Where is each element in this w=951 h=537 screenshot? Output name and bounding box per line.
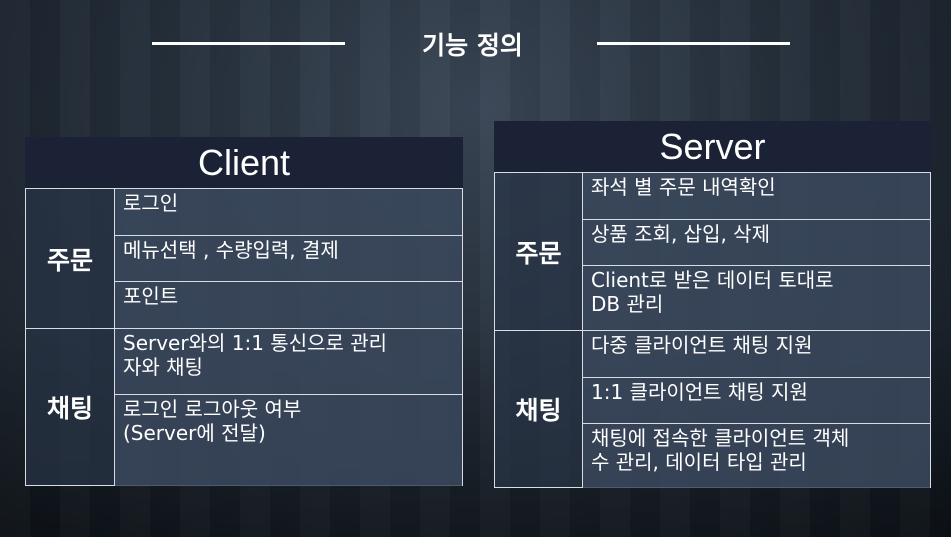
server-table: 주문 좌석 별 주문 내역확인 상품 조회, 삽입, 삭제 Client로 받은… bbox=[494, 172, 931, 488]
server-section-order: 주문 좌석 별 주문 내역확인 상품 조회, 삽입, 삭제 Client로 받은… bbox=[495, 173, 930, 330]
server-category-order: 주문 bbox=[495, 173, 583, 330]
server-item-multi-chat: 다중 클라이언트 채팅 지원 bbox=[583, 331, 930, 377]
page-title: 기능 정의 bbox=[422, 31, 523, 60]
server-item-db-manage: Client로 받은 데이터 토대로 DB 관리 bbox=[583, 265, 930, 330]
client-item-login-status: 로그인 로그아웃 여부 (Server에 전달) bbox=[115, 394, 462, 486]
client-section-chat: 채팅 Server와의 1:1 통신으로 관리 자와 채팅 로그인 로그아웃 여… bbox=[26, 328, 462, 486]
client-header: Client bbox=[25, 137, 463, 188]
title-row: 기능 정의 bbox=[0, 24, 951, 64]
title-line-right bbox=[597, 42, 790, 45]
client-item-admin-chat: Server와의 1:1 통신으로 관리 자와 채팅 bbox=[115, 329, 462, 394]
server-item-one-to-one-chat: 1:1 클라이언트 채팅 지원 bbox=[583, 377, 930, 423]
client-section-order: 주문 로그인 메뉴선택 , 수량입력, 결제 포인트 bbox=[26, 189, 462, 328]
server-item-product-crud: 상품 조회, 삽입, 삭제 bbox=[583, 219, 930, 265]
client-item-login: 로그인 bbox=[115, 189, 462, 235]
client-category-chat: 채팅 bbox=[26, 329, 115, 485]
client-item-menu: 메뉴선택 , 수량입력, 결제 bbox=[115, 235, 462, 281]
title-line-left bbox=[152, 42, 345, 45]
server-section-chat: 채팅 다중 클라이언트 채팅 지원 1:1 클라이언트 채팅 지원 채팅에 접속… bbox=[495, 330, 930, 488]
client-category-order: 주문 bbox=[26, 189, 115, 328]
server-item-client-object-manage: 채팅에 접속한 클라이언트 객체 수 관리, 데이터 타입 관리 bbox=[583, 423, 930, 488]
server-item-seat-orders: 좌석 별 주문 내역확인 bbox=[583, 173, 930, 219]
client-panel: Client 주문 로그인 메뉴선택 , 수량입력, 결제 포인트 채팅 Ser… bbox=[25, 137, 463, 486]
server-category-chat: 채팅 bbox=[495, 331, 583, 487]
server-header: Server bbox=[494, 121, 931, 172]
client-table: 주문 로그인 메뉴선택 , 수량입력, 결제 포인트 채팅 Server와의 1… bbox=[25, 188, 463, 486]
server-panel: Server 주문 좌석 별 주문 내역확인 상품 조회, 삽입, 삭제 Cli… bbox=[494, 121, 931, 488]
client-item-point: 포인트 bbox=[115, 281, 462, 328]
